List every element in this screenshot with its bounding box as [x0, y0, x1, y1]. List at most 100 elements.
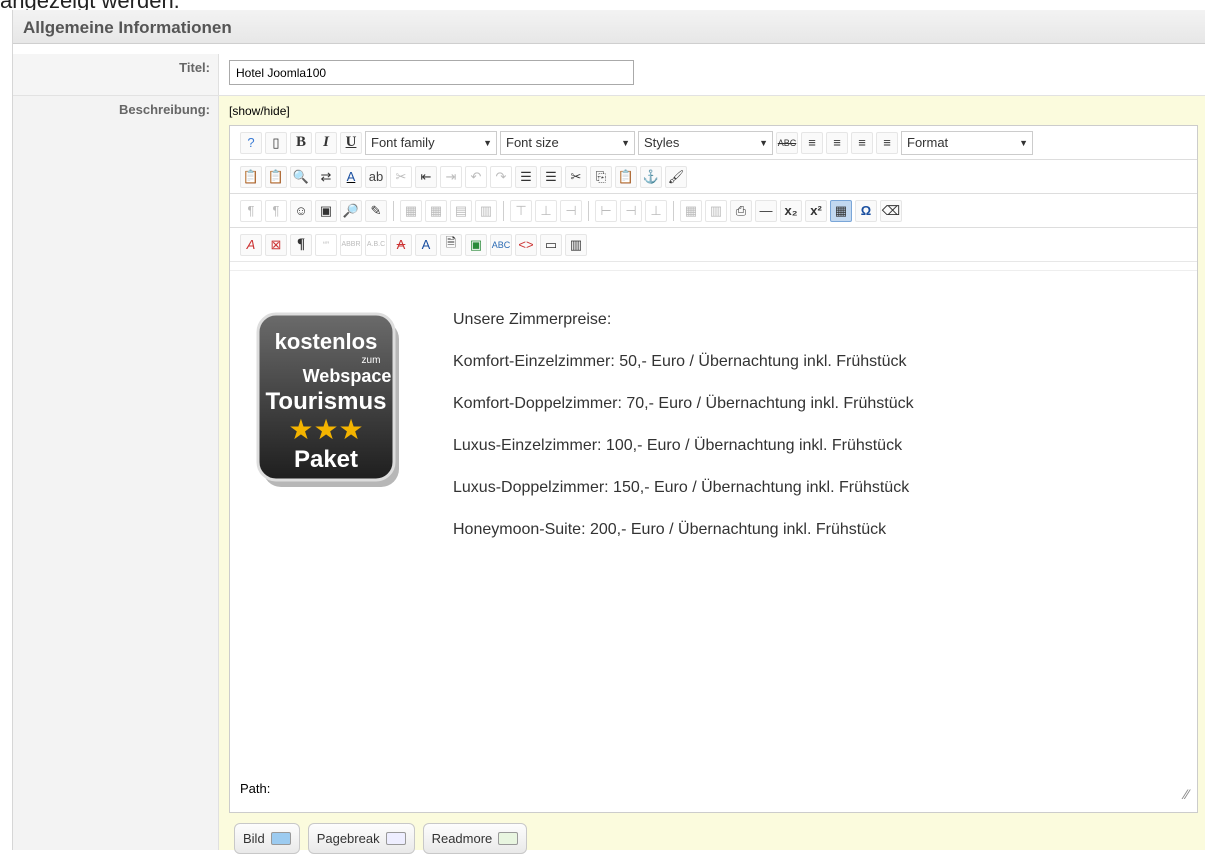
subscript-icon[interactable]: x₂	[780, 199, 802, 222]
paste-word-icon[interactable]: 📋	[265, 165, 287, 188]
attributes-icon[interactable]: 🗎	[440, 233, 462, 256]
undo-icon[interactable]: ↶	[465, 165, 487, 188]
insert-col-after-icon[interactable]: ⊣	[620, 199, 642, 222]
unordered-list-icon[interactable]: ☰	[540, 165, 562, 188]
horizontal-rule-icon[interactable]: —	[755, 199, 777, 222]
image-icon[interactable]: ▣	[465, 233, 487, 256]
styleprops-icon[interactable]: A	[240, 233, 262, 256]
quote-icon[interactable]: “”	[315, 233, 337, 256]
columns-icon[interactable]: ▥	[565, 233, 587, 256]
pagebreak-button-label: Pagebreak	[316, 831, 380, 846]
insert-row-before-icon[interactable]: ⊤	[510, 199, 532, 222]
insert-row-after-icon[interactable]: ⊥	[535, 199, 557, 222]
cut-icon[interactable]: ✂	[565, 165, 587, 188]
cleanup-icon[interactable]: 🖌	[665, 165, 687, 188]
replace-icon[interactable]: ⇄	[315, 165, 337, 188]
image-icon	[270, 832, 291, 845]
table-icon[interactable]: ▦	[400, 199, 422, 222]
styles-select[interactable]: Styles ▼	[638, 130, 773, 155]
spellcheck-icon[interactable]: ABC	[490, 233, 512, 256]
section-legend: Allgemeine Informationen	[13, 10, 1205, 44]
image-button[interactable]: Bild	[234, 823, 300, 854]
template-icon[interactable]: ⊠	[265, 233, 287, 256]
cell-props-icon[interactable]: ▤	[450, 199, 472, 222]
italic-icon[interactable]: I	[315, 131, 337, 154]
readmore-icon	[498, 832, 519, 845]
special-char-icon[interactable]: Ω	[855, 199, 877, 222]
print-icon[interactable]: ⎙	[730, 199, 752, 222]
rtl-icon[interactable]: ¶	[265, 199, 287, 222]
paste-icon[interactable]: 📋	[615, 165, 637, 188]
delete-text-icon[interactable]: A	[390, 233, 412, 256]
format-value: Format	[907, 135, 949, 150]
svg-text:Tourismus: Tourismus	[266, 388, 387, 415]
insert-text-icon[interactable]: A	[415, 233, 437, 256]
emoticon-icon[interactable]: ☺	[290, 199, 312, 222]
ordered-list-icon[interactable]: ☰	[515, 165, 537, 188]
pagebreak-button[interactable]: Pagebreak	[307, 823, 415, 854]
align-center-icon[interactable]: ≡	[826, 131, 848, 154]
font-size-select[interactable]: Font size ▼	[500, 130, 635, 155]
underline-icon[interactable]: U	[340, 131, 362, 154]
delete-col-icon[interactable]: ⊥	[645, 199, 667, 222]
format-select[interactable]: Format ▼	[901, 130, 1033, 155]
anchor-icon[interactable]: ⚓	[640, 165, 662, 188]
room-price-list: Unsere Zimmerpreise: Komfort-Einzelzimme…	[453, 309, 914, 561]
editor-content-area[interactable]: kostenlos zum Webspace Tourismus ★★★ Pak…	[230, 270, 1197, 760]
code-icon[interactable]: <>	[515, 233, 537, 256]
justify-full-icon[interactable]: ≡	[801, 131, 823, 154]
pilcrow-icon[interactable]: ¶	[290, 233, 312, 256]
preview-icon[interactable]: 🔎	[340, 199, 362, 222]
table-layout-icon[interactable]: ▦	[680, 199, 702, 222]
resize-handle-icon[interactable]: ⁄⁄	[1184, 786, 1189, 802]
copy-icon[interactable]: ⎘	[590, 165, 612, 188]
show-hide-toggle[interactable]: [show/hide]	[229, 104, 290, 118]
tourismus-paket-logo: kostenlos zum Webspace Tourismus ★★★ Pak…	[256, 312, 399, 487]
price-line: Luxus-Einzelzimmer: 100,- Euro / Übernac…	[453, 437, 903, 454]
toolbar-row-1: ? ▯ B I U Font family ▼ Font size ▼ Styles…	[230, 126, 1197, 160]
highlight-color-icon[interactable]: ab	[365, 165, 387, 188]
pagebreak-icon	[385, 832, 406, 845]
media-icon[interactable]: ▣	[315, 199, 337, 222]
align-left-icon[interactable]: ≡	[851, 131, 873, 154]
price-line: Unsere Zimmerpreise:	[453, 311, 612, 328]
visual-aid-icon[interactable]: ▦	[830, 199, 852, 222]
strikethrough-icon[interactable]: ABC	[776, 131, 798, 154]
text-color-icon[interactable]: A	[340, 165, 362, 188]
price-line: Komfort-Einzelzimmer: 50,- Euro / Überna…	[453, 353, 907, 370]
svg-text:★★★: ★★★	[288, 413, 363, 446]
bold-icon[interactable]: B	[290, 131, 312, 154]
eraser-icon[interactable]: ⌫	[880, 199, 902, 222]
readmore-button[interactable]: Readmore	[422, 823, 528, 854]
description-label: Beschreibung:	[13, 96, 219, 850]
chevron-down-icon: ▼	[621, 137, 630, 148]
edit-source-icon[interactable]: ✎	[365, 199, 387, 222]
split-cells-icon[interactable]: ▥	[705, 199, 727, 222]
paste-text-icon[interactable]: 📋	[240, 165, 262, 188]
font-family-select[interactable]: Font family ▼	[365, 130, 497, 155]
font-size-value: Font size	[506, 135, 559, 150]
layer-icon[interactable]: ▭	[540, 233, 562, 256]
indent-icon[interactable]: ⇥	[440, 165, 462, 188]
help-icon[interactable]: ?	[240, 131, 262, 154]
redo-icon[interactable]: ↷	[490, 165, 512, 188]
find-icon[interactable]: 🔍	[290, 165, 312, 188]
toolbar-row-4: A ⊠ ¶ “” ABBR A.B.C A A 🗎 ▣ ABC <> ▭ ▥	[230, 228, 1197, 262]
title-row: Titel:	[13, 54, 1205, 96]
description-cell: [show/hide] ? ▯ B I U Font family ▼ Font …	[219, 96, 1205, 854]
outdent-icon[interactable]: ⇤	[415, 165, 437, 188]
superscript-icon[interactable]: x²	[805, 199, 827, 222]
title-input[interactable]	[229, 60, 634, 85]
merge-cells-icon[interactable]: ▥	[475, 199, 497, 222]
new-document-icon[interactable]: ▯	[265, 131, 287, 154]
unlink-icon[interactable]: ✂	[390, 165, 412, 188]
delete-row-icon[interactable]: ⊣	[560, 199, 582, 222]
align-right-icon[interactable]: ≡	[876, 131, 898, 154]
chevron-down-icon: ▼	[1019, 137, 1028, 148]
ltr-icon[interactable]: ¶	[240, 199, 262, 222]
insert-col-before-icon[interactable]: ⊢	[595, 199, 617, 222]
row-props-icon[interactable]: ▦	[425, 199, 447, 222]
abbr-icon[interactable]: ABBR	[340, 233, 362, 256]
description-row: Beschreibung: [show/hide] ? ▯ B I U Font…	[13, 96, 1205, 854]
acronym-icon[interactable]: A.B.C	[365, 233, 387, 256]
